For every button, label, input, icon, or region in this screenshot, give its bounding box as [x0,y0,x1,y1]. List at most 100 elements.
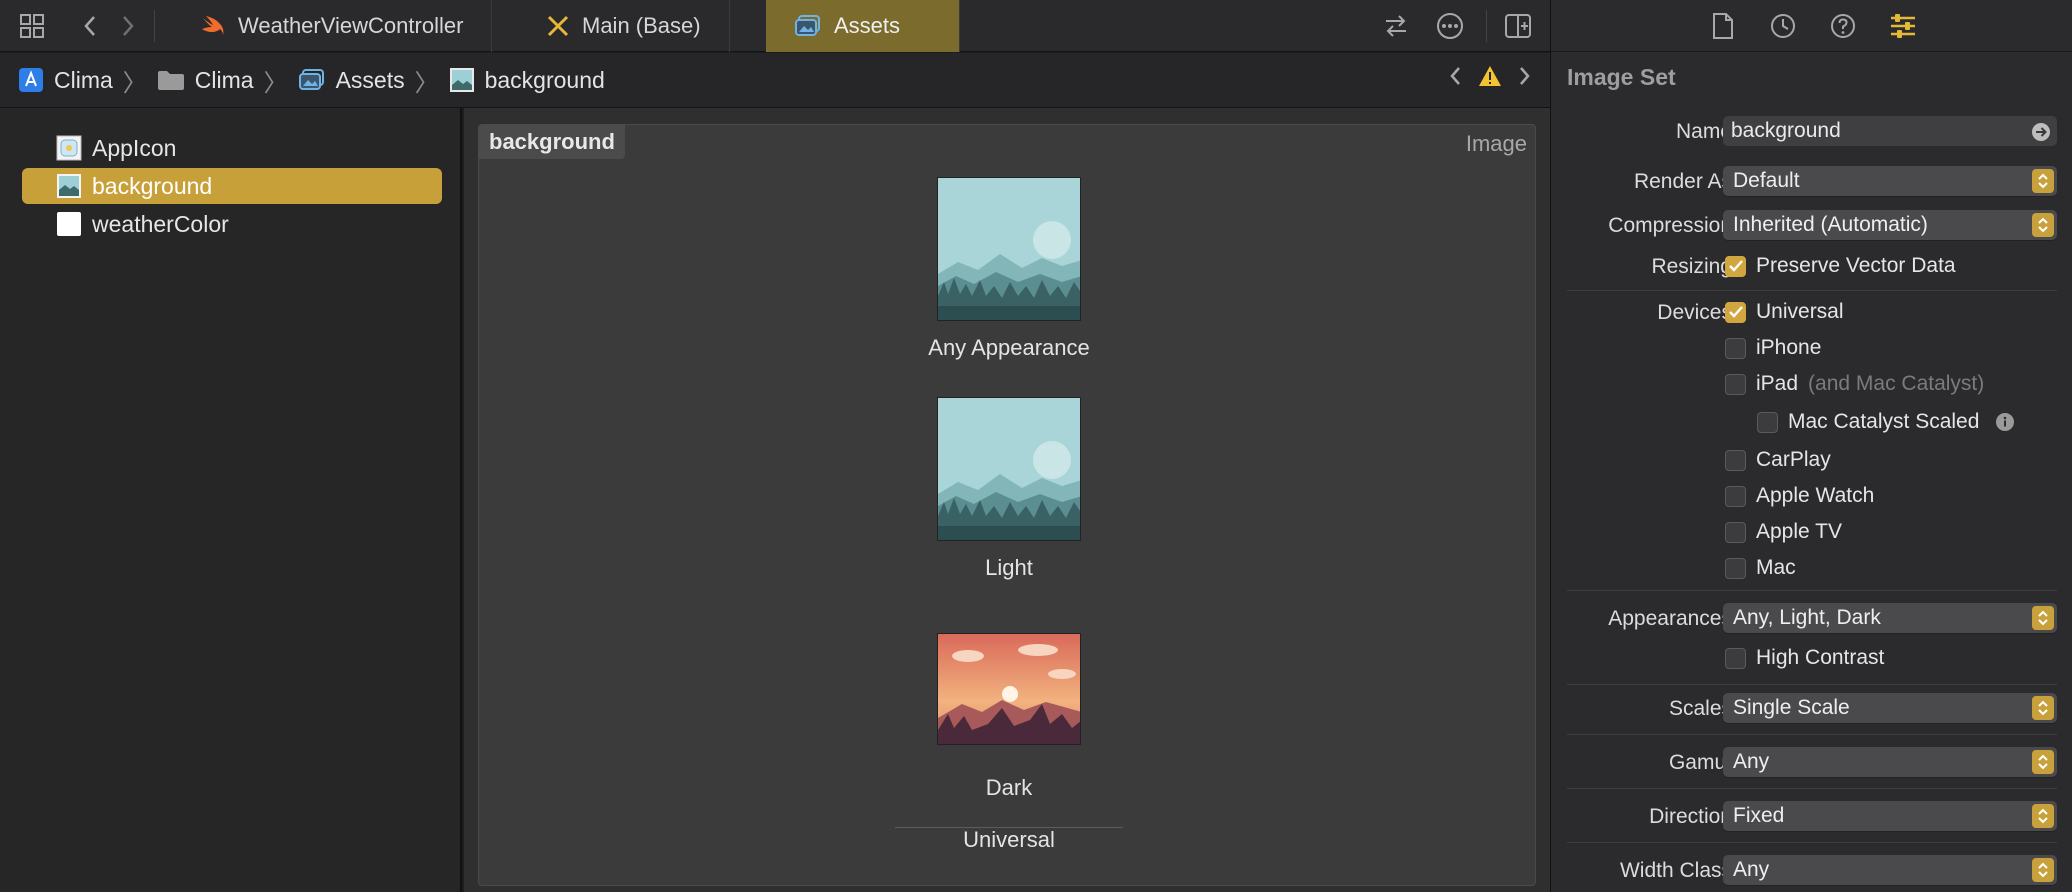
image-set-name[interactable]: background [479,125,625,159]
width-class-value: Any [1733,858,1770,881]
checkbox-label: Mac Catalyst Scaled [1788,410,1980,433]
landscape-day-image [938,398,1080,540]
back-arrow-icon[interactable] [74,10,106,42]
updown-chevron-icon [2032,750,2054,774]
carplay-checkbox[interactable]: CarPlay [1725,448,1831,472]
breadcrumb-label: Clima [194,66,254,93]
divider [1567,734,2057,735]
breadcrumb-label: Assets [335,66,405,93]
tab-weatherviewcontroller[interactable]: WeatherViewController [172,0,493,52]
divider [1567,590,2057,591]
width-class-popup[interactable]: Any [1723,855,2057,885]
breadcrumb-item-assets[interactable]: Assets [298,67,405,94]
checkbox-box [1725,449,1746,471]
universal-checkbox[interactable]: Universal [1725,300,1844,324]
slot-label-light: Light [985,555,1033,580]
info-icon[interactable] [1995,412,2015,432]
apple-tv-checkbox[interactable]: Apple TV [1725,520,1842,544]
compression-label: Compression [1608,214,1732,237]
attributes-inspector: Image Set Name background Render As Defa… [1550,0,2072,892]
breadcrumb-item-folder[interactable]: Clima [157,67,254,94]
iphone-checkbox[interactable]: iPhone [1725,336,1821,360]
add-editor-icon[interactable] [1502,10,1534,42]
ipad-checkbox[interactable]: iPad (and Mac Catalyst) [1725,372,1984,396]
render-as-popup[interactable]: Default [1723,166,2057,196]
xcode-project-icon [19,68,43,92]
app-icon-set-icon [56,135,82,161]
gamut-popup[interactable]: Any [1723,747,2057,777]
forward-arrow-icon[interactable] [112,10,144,42]
checkmark-icon [1725,301,1746,323]
image-slot-light[interactable] [937,397,1081,541]
checkbox-box [1725,337,1746,359]
scales-popup[interactable]: Single Scale [1723,693,2057,723]
breadcrumb-label: background [484,66,605,93]
warning-icon[interactable] [1478,65,1502,94]
checkmark-icon [1725,255,1746,277]
divider [1567,684,2057,685]
breadcrumb-item-project[interactable]: Clima [18,67,113,94]
file-inspector-icon[interactable] [1707,10,1739,42]
swap-arrows-icon[interactable] [1380,10,1412,42]
image-slot-dark[interactable] [937,633,1081,745]
checkbox-label: Preserve Vector Data [1756,254,1956,277]
attributes-inspector-icon[interactable] [1887,10,1919,42]
width-class-label: Width Class [1619,859,1732,882]
quick-help-icon[interactable] [1827,10,1859,42]
checkbox-label: Apple TV [1756,520,1842,543]
mac-catalyst-scaled-checkbox[interactable]: Mac Catalyst Scaled [1757,410,2015,434]
scales-value: Single Scale [1733,696,1850,719]
appearances-label: Appearances [1608,607,1732,630]
color-set-icon [57,212,81,236]
list-item-appicon[interactable]: AppIcon [22,130,442,166]
apple-watch-checkbox[interactable]: Apple Watch [1725,484,1874,508]
next-issue-icon[interactable] [1518,65,1532,94]
list-item-background[interactable]: background [22,168,442,204]
direction-value: Fixed [1733,804,1785,827]
checkbox-box [1725,521,1746,543]
high-contrast-checkbox[interactable]: High Contrast [1725,646,1884,670]
tab-bar: WeatherViewController Main (Base) Assets [0,0,1550,52]
updown-chevron-icon [2032,213,2054,237]
tab-assets[interactable]: Assets [766,0,960,52]
compression-value: Inherited (Automatic) [1733,213,1928,236]
separator [1486,10,1487,42]
image-set-kind: Image [1465,131,1527,156]
breadcrumb-item-image-set[interactable]: background [449,67,605,94]
checkbox-box [1725,557,1746,579]
more-options-icon[interactable] [1434,10,1466,42]
divider [1567,842,2057,843]
inspector-section-title: Image Set [1567,64,1676,90]
chevron-right-icon: 〉 [414,69,439,97]
appearances-popup[interactable]: Any, Light, Dark [1723,603,2057,633]
render-as-label: Render As [1633,170,1732,193]
grid-icon[interactable] [16,10,48,42]
slot-label-any-appearance: Any Appearance [928,335,1090,360]
arrow-circle-right-icon[interactable] [2031,122,2051,142]
breadcrumb: Clima 〉 Clima 〉 Assets 〉 background [0,53,1550,108]
landscape-day-image [938,178,1080,320]
previous-issue-icon[interactable] [1448,65,1462,94]
compression-popup[interactable]: Inherited (Automatic) [1723,210,2057,240]
gamut-value: Any [1733,750,1770,773]
updown-chevron-icon [2032,804,2054,828]
name-field[interactable]: background [1723,116,2057,146]
tab-main-base[interactable]: Main (Base) [518,0,730,52]
history-inspector-icon[interactable] [1767,10,1799,42]
image-slot-any-appearance[interactable] [937,177,1081,321]
tab-label: Assets [834,13,901,38]
direction-popup[interactable]: Fixed [1723,801,2057,831]
checkbox-label: iPad [1756,372,1799,395]
checkbox-box [1757,411,1778,433]
preserve-vector-data-checkbox[interactable]: Preserve Vector Data [1725,254,1956,278]
mac-checkbox[interactable]: Mac [1725,556,1796,580]
folder-icon [157,71,184,90]
divider [1567,788,2057,789]
slot-label-dark: Dark [985,775,1033,800]
checkbox-label: Mac [1756,556,1796,579]
chevron-right-icon: 〉 [122,69,147,97]
checkbox-label: Universal [1756,300,1844,323]
list-item-weathercolor[interactable]: weatherColor [22,206,442,242]
updown-chevron-icon [2032,169,2054,193]
updown-chevron-icon [2032,606,2054,630]
